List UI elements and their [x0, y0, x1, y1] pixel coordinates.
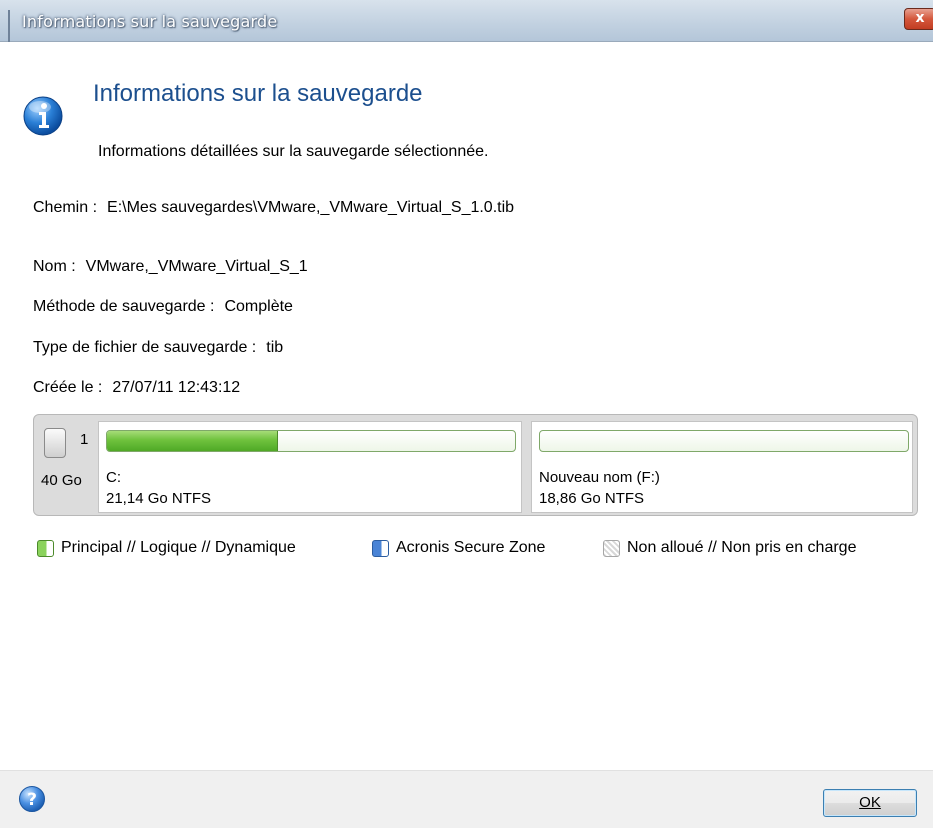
path-value: E:\Mes sauvegardes\VMware,_VMware_Virtua… [107, 199, 515, 216]
disk-size: 40 Go [41, 472, 82, 489]
partition-usage-fill [107, 431, 279, 451]
file-type-label: Type de fichier de sauvegarde : [33, 339, 257, 356]
partition-f[interactable]: Nouveau nom (F:) 18,86 Go NTFS [531, 421, 913, 513]
close-button[interactable]: x [904, 8, 933, 30]
help-icon[interactable]: ? [18, 785, 46, 813]
created-row: Créée le : 27/07/11 12:43:12 [33, 379, 240, 397]
path-label: Chemin : [33, 199, 98, 216]
method-label: Méthode de sauvegarde : [33, 298, 215, 315]
dialog-heading: Informations sur la sauvegarde [93, 80, 423, 107]
method-row: Méthode de sauvegarde : Complète [33, 298, 293, 316]
window-title: Informations sur la sauvegarde [22, 12, 278, 31]
svg-text:?: ? [27, 790, 37, 810]
primary-partition-swatch-icon [37, 540, 54, 557]
partition-name: Nouveau nom (F:) [539, 469, 660, 486]
secure-zone-swatch-icon [372, 540, 389, 557]
legend-primary-label: Principal // Logique // Dynamique [61, 539, 296, 556]
method-value: Complète [224, 298, 293, 315]
created-label: Créée le : [33, 379, 103, 396]
legend-unallocated-label: Non alloué // Non pris en charge [627, 539, 857, 556]
name-row: Nom : VMware,_VMware_Virtual_S_1 [33, 258, 308, 276]
dialog-footer: ? OK [0, 770, 933, 828]
legend-secure-zone-label: Acronis Secure Zone [396, 539, 546, 556]
name-label: Nom : [33, 258, 76, 275]
path-row: Chemin : E:\Mes sauvegardes\VMware,_VMwar… [33, 199, 514, 217]
partition-usage-bar [539, 430, 909, 452]
dialog-subtitle: Informations détaillées sur la sauvegard… [98, 143, 489, 160]
disk-number: 1 [80, 431, 89, 448]
partition-name: C: [106, 469, 121, 486]
window-edge [8, 10, 10, 42]
info-icon [22, 95, 64, 137]
file-type-row: Type de fichier de sauvegarde : tib [33, 339, 283, 357]
ok-button-label: OK [859, 794, 881, 811]
partition-info: 21,14 Go NTFS [106, 490, 212, 507]
unallocated-swatch-icon [603, 540, 620, 557]
created-value: 27/07/11 12:43:12 [112, 379, 241, 396]
file-type-value: tib [266, 339, 284, 356]
partition-info: 18,86 Go NTFS [539, 490, 645, 507]
partition-usage-bar [106, 430, 516, 452]
hard-disk-icon [44, 428, 66, 458]
ok-button[interactable]: OK [823, 789, 917, 817]
partition-c[interactable]: C: 21,14 Go NTFS [98, 421, 522, 513]
name-value: VMware,_VMware_Virtual_S_1 [85, 258, 308, 275]
disk-layout: 1 40 Go C: 21,14 Go NTFS Nouveau nom (F:… [33, 414, 918, 516]
title-bar: Informations sur la sauvegarde x [0, 0, 933, 42]
